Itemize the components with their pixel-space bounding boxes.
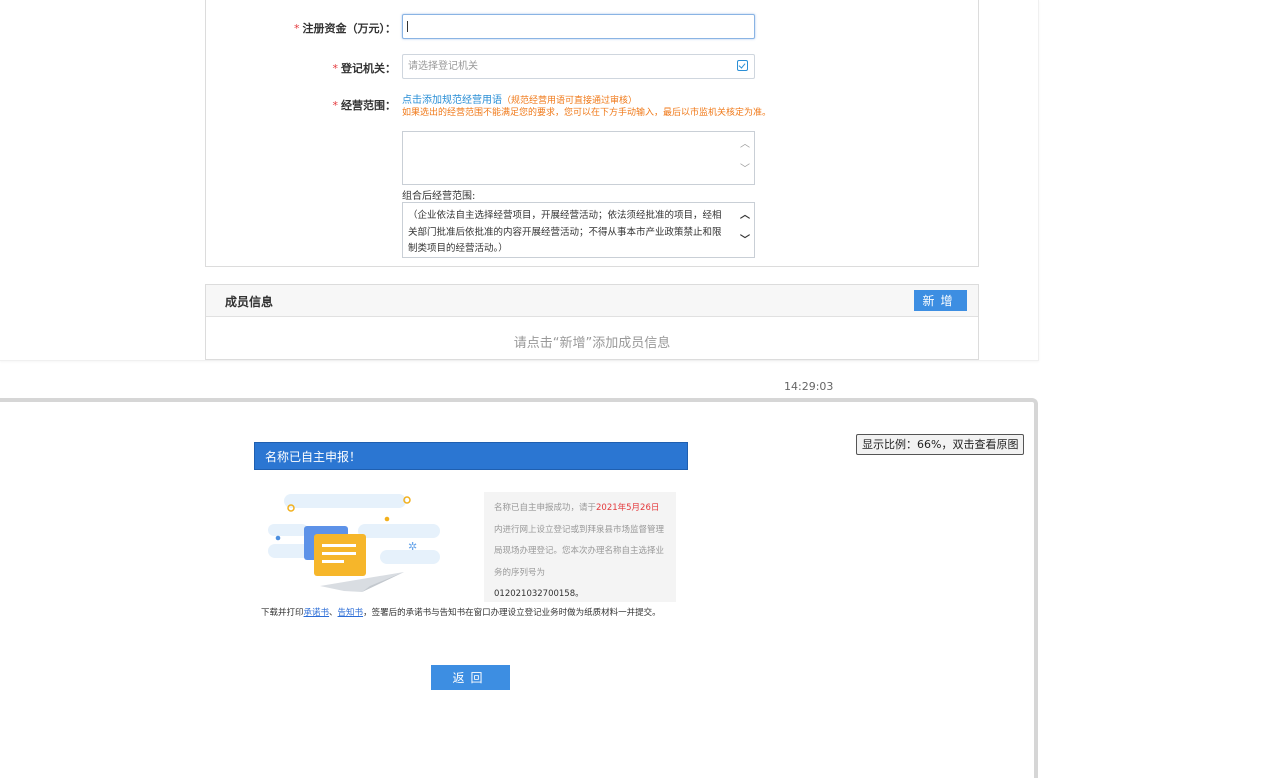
- scope-hint: 如果选出的经营范围不能满足您的要求，您可以在下方手动输入，最后以市监机关核定为准…: [402, 108, 772, 118]
- back-button[interactable]: 返回: [431, 665, 510, 690]
- authority-label: * 登记机关：: [206, 60, 397, 76]
- member-info-title: 成员信息: [225, 295, 274, 309]
- info-prefix: 名称已自主申报成功，请于: [494, 503, 597, 513]
- info-middle: 内进行网上设立登记或到拜泉县市场监督管理局现场办理登记。您本次办理名称自主选择业…: [494, 524, 665, 578]
- download-suffix: ，签署后的承诺书与告知书在窗口办理设立登记业务时做为纸质材料一并提交。: [363, 608, 661, 618]
- authority-select[interactable]: 请选择登记机关: [402, 54, 755, 79]
- member-info-header: 成员信息 新增: [206, 285, 978, 317]
- commitment-letter-link[interactable]: 承诺书: [304, 608, 330, 618]
- svg-text:✲: ✲: [408, 540, 417, 553]
- message-timestamp: 14:29:03: [784, 380, 834, 393]
- capital-label: * 注册资金（万元）：: [206, 20, 396, 36]
- document-illustration: ✲: [268, 494, 440, 592]
- download-prefix: 下载并打印: [261, 608, 304, 618]
- authority-label-text: 登记机关：: [341, 62, 396, 75]
- notice-letter-link[interactable]: 告知书: [338, 608, 364, 618]
- scope-textarea[interactable]: ︿ ﹀: [402, 131, 755, 185]
- combined-scope-text: （企业依法自主选择经营项目，开展经营活动；依法须经批准的项目，经相关部门批准后依…: [408, 210, 722, 254]
- text-caret: [407, 21, 408, 32]
- download-instructions: 下载并打印承诺书、告知书，签署后的承诺书与告知书在窗口办理设立登记业务时做为纸质…: [261, 605, 686, 622]
- deadline-date: 2021年5月26日: [596, 503, 660, 513]
- standard-scope-note: （规范经营用语可直接通过审核）: [502, 96, 638, 106]
- scroll-down-icon[interactable]: ﹀: [740, 165, 750, 175]
- zoom-ratio-badge[interactable]: 显示比例：66%，双击查看原图: [856, 434, 1025, 455]
- combined-scope-textarea[interactable]: （企业依法自主选择经营项目，开展经营活动；依法须经批准的项目，经相关部门批准后依…: [402, 202, 755, 258]
- member-empty-text: 请点击“新增”添加成员信息: [513, 336, 671, 351]
- required-mark: *: [332, 62, 339, 75]
- scroll-down-icon[interactable]: ﹀: [740, 236, 750, 246]
- capital-label-text: 注册资金（万元）：: [302, 22, 397, 35]
- business-info-form: * 注册资金（万元）： * 登记机关： 请选择登记机关 * 经营范围： 点击添加规范经…: [205, 0, 979, 267]
- required-mark: *: [332, 99, 339, 112]
- authority-placeholder: 请选择登记机关: [408, 61, 478, 72]
- required-mark: *: [294, 22, 300, 35]
- scope-label: * 经营范围：: [206, 97, 397, 113]
- scroll-up-icon[interactable]: ︿: [740, 211, 750, 221]
- link-separator: 、: [329, 608, 338, 618]
- scope-help: 点击添加规范经营用语（规范经营用语可直接通过审核） 如果选出的经营范围不能满足您…: [402, 88, 802, 119]
- scroll-up-icon[interactable]: ︿: [740, 140, 750, 150]
- add-member-button[interactable]: 新增: [914, 290, 967, 311]
- serial-number: 012021032700158。: [494, 589, 584, 599]
- member-info-section: 成员信息 新增 请点击“新增”添加成员信息: [205, 284, 979, 360]
- add-standard-scope-link[interactable]: 点击添加规范经营用语: [402, 95, 502, 106]
- success-header: 名称已自主申报！: [254, 442, 688, 470]
- submission-info-box: 名称已自主申报成功，请于2021年5月26日内进行网上设立登记或到拜泉县市场监督…: [484, 492, 676, 602]
- capital-input[interactable]: [402, 14, 755, 39]
- combined-scope-label: 组合后经营范围:: [402, 191, 476, 202]
- registration-form-screenshot: * 注册资金（万元）： * 登记机关： 请选择登记机关 * 经营范围： 点击添加规范经…: [0, 0, 1039, 361]
- success-dialog-screenshot[interactable]: 显示比例：66%，双击查看原图 名称已自主申报！ ✲ 名称已自主申报成功，请于2…: [0, 398, 1038, 778]
- scope-label-text: 经营范围：: [341, 99, 396, 112]
- select-picker-icon[interactable]: [737, 60, 748, 71]
